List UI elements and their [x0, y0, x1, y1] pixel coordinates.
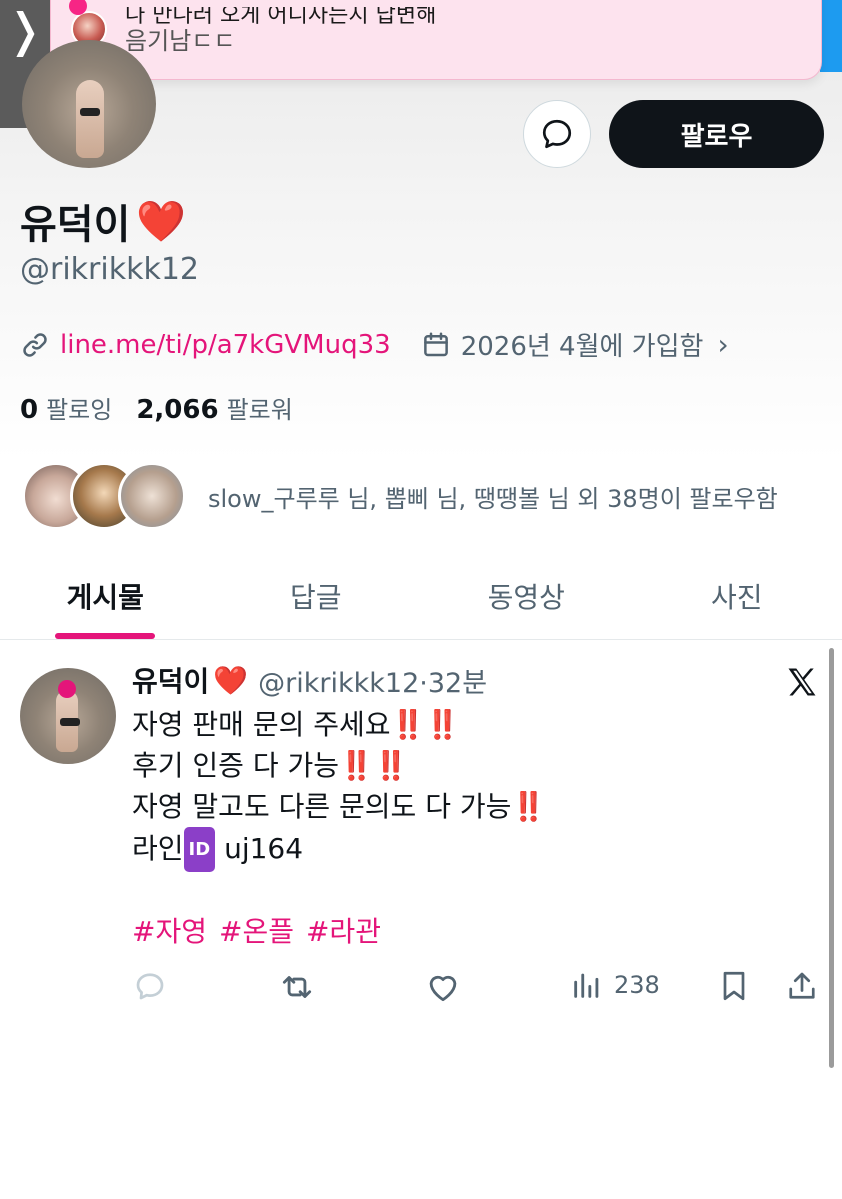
share-button[interactable] — [784, 968, 820, 1004]
post-actions: 238 — [132, 962, 822, 1012]
post-line: 자영 판매 문의 주세요‼️‼️ — [132, 704, 546, 745]
post-line: 라인 ID uj164 — [132, 827, 546, 872]
post-line: 후기 인증 다 가능‼️‼️ — [132, 745, 546, 786]
profile-page: 나 만나러 오게 어디사는지 답변해 음기남ㄷㄷ ❭ 팔로우 유덕이 ❤️ @r… — [0, 0, 842, 1199]
join-date: 2026년 4월에 가입함 — [460, 332, 704, 362]
bookmark-button[interactable] — [716, 968, 752, 1004]
x-logo-icon — [788, 668, 816, 696]
line-id: uj164 — [224, 832, 304, 865]
avatar-photo — [56, 690, 80, 752]
post-handle-time: @rikrikkk12·32분 — [258, 667, 488, 699]
post-line: 자영 말고도 다른 문의도 다 가능‼️ — [132, 786, 546, 827]
profile-handle: @rikrikkk12 — [20, 252, 200, 287]
followers-stat[interactable]: 2,066 팔로워 — [136, 390, 293, 425]
hashtag-link[interactable]: #라관 — [306, 910, 381, 950]
repost-icon — [282, 976, 312, 998]
followers-label: 팔로워 — [226, 396, 293, 424]
following-count: 0 — [20, 395, 39, 425]
heart-emoji-icon: ❤️ — [213, 663, 249, 697]
tab-label: 게시물 — [66, 581, 144, 614]
message-button[interactable] — [523, 100, 591, 168]
following-stat[interactable]: 0 팔로잉 — [20, 390, 112, 425]
follower-avatar — [118, 462, 186, 530]
follow-stats: 0 팔로잉 2,066 팔로워 — [20, 390, 293, 425]
post-author-avatar[interactable] — [20, 668, 116, 764]
avatar-photo — [76, 80, 104, 158]
active-tab-indicator — [55, 633, 156, 639]
hashtag-link[interactable]: #온플 — [219, 910, 294, 950]
profile-meta-row: line.me/ti/p/a7kGVMuq33 2026년 4월에 가입함 › — [20, 326, 729, 363]
following-label: 팔로잉 — [46, 396, 113, 424]
calendar-icon — [423, 332, 448, 356]
post-hashtags: #자영 #온플 #라관 — [132, 910, 381, 950]
line-id-prefix: 라인 — [132, 832, 184, 865]
repost-button[interactable] — [278, 968, 316, 1006]
message-bubble-icon — [542, 119, 572, 149]
post-line-text: 자영 판매 문의 주세요 — [132, 708, 391, 741]
profile-link[interactable]: line.me/ti/p/a7kGVMuq33 — [60, 330, 391, 360]
tab-posts[interactable]: 게시물 — [0, 560, 211, 639]
tab-videos[interactable]: 동영상 — [421, 560, 632, 639]
heart-emoji-icon: ❤️ — [136, 198, 187, 245]
profile-avatar[interactable] — [22, 40, 156, 168]
chevron-right-icon[interactable]: › — [717, 328, 728, 361]
tab-label: 답글 — [289, 581, 342, 614]
views-count: 238 — [614, 971, 660, 999]
known-followers-text: slow_구루루 님, 뽑삐 님, 땡땡볼 님 외 38명이 팔로우함 — [208, 484, 778, 513]
link-icon — [23, 332, 47, 357]
tab-photos[interactable]: 사진 — [632, 560, 842, 639]
like-button[interactable] — [424, 968, 462, 1006]
post-text: 자영 판매 문의 주세요‼️‼️ 후기 인증 다 가능‼️‼️ 자영 말고도 다른 … — [132, 704, 546, 872]
views-button[interactable]: 238 — [570, 968, 660, 1002]
reply-icon — [136, 973, 164, 1000]
banner-edge — [820, 0, 842, 72]
double-exclamation-icon: ‼️‼️ — [339, 749, 409, 782]
heart-outline-icon — [429, 975, 457, 1002]
post-line-text: 자영 말고도 다른 문의도 다 가능 — [132, 790, 512, 823]
profile-display-name: 유덕이 ❤️ — [20, 192, 186, 250]
tab-replies[interactable]: 답글 — [211, 560, 422, 639]
notification-banner[interactable]: 나 만나러 오게 어디사는지 답변해 음기남ㄷㄷ — [50, 0, 822, 80]
hashtag-link[interactable]: #자영 — [132, 910, 207, 950]
known-followers[interactable]: slow_구루루 님, 뽑삐 님, 땡땡볼 님 외 38명이 팔로우함 — [22, 462, 778, 530]
reply-button[interactable] — [132, 968, 168, 1004]
tab-label: 사진 — [710, 581, 763, 614]
display-name-text: 유덕이 — [20, 202, 131, 248]
double-exclamation-icon: ‼️ — [511, 790, 547, 823]
profile-tabs: 게시물 답글 동영상 사진 — [0, 560, 842, 640]
views-bar-chart-icon — [574, 973, 599, 998]
sticker-dot — [58, 680, 76, 698]
tab-label: 동영상 — [487, 581, 565, 614]
post-line-text: 후기 인증 다 가능 — [132, 749, 340, 782]
post-header: 유덕이 ❤️ @rikrikkk12·32분 — [132, 660, 487, 700]
back-chevron-icon: ❭ — [5, 3, 45, 57]
notification-subtitle: 음기남ㄷㄷ — [125, 27, 236, 55]
share-icon — [789, 972, 815, 999]
followers-count: 2,066 — [136, 395, 219, 425]
follow-button[interactable]: 팔로우 — [609, 100, 824, 168]
bookmark-icon — [723, 971, 745, 1001]
double-exclamation-icon: ‼️‼️ — [390, 708, 461, 741]
id-badge-icon: ID — [183, 827, 216, 872]
scrollbar[interactable] — [829, 648, 834, 1068]
post-author-name[interactable]: 유덕이 — [132, 660, 209, 700]
